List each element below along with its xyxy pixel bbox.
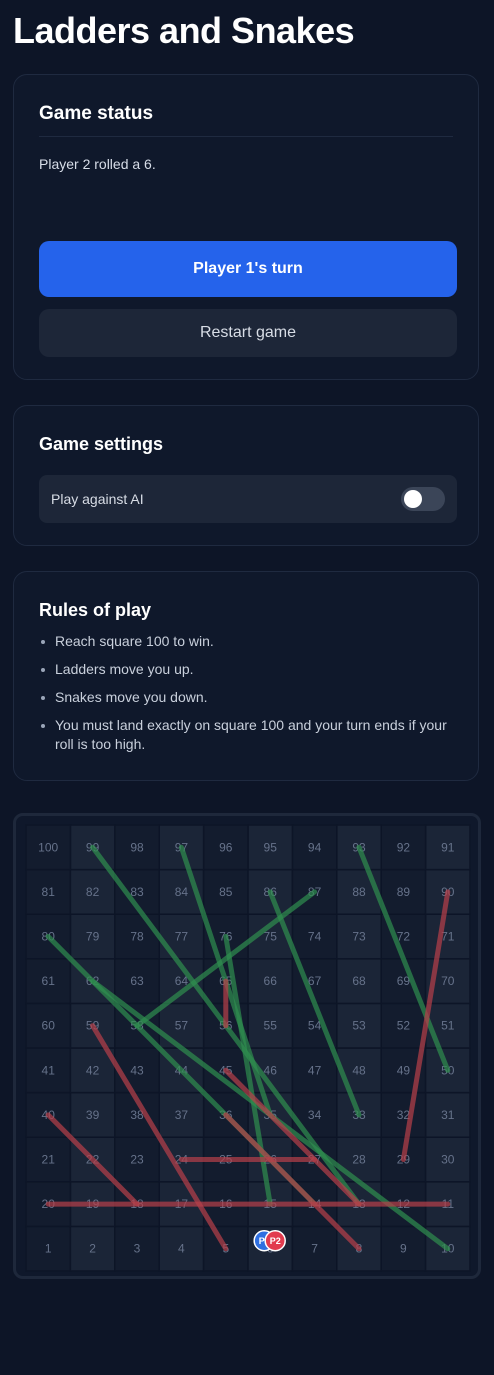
cell-number: 48 [352, 1063, 366, 1077]
cell-number: 2 [89, 1242, 96, 1256]
cell-number: 34 [308, 1108, 322, 1122]
cell-number: 95 [264, 840, 278, 854]
cell-number: 1 [45, 1242, 52, 1256]
cell-number: 100 [38, 840, 58, 854]
cell-number: 98 [130, 840, 144, 854]
status-message: Player 2 rolled a 6. [39, 156, 156, 172]
cell-number: 96 [219, 840, 233, 854]
cell-number: 28 [352, 1153, 366, 1167]
cell-number: 21 [42, 1153, 56, 1167]
ai-toggle[interactable] [401, 487, 445, 511]
cell-number: 81 [42, 885, 56, 899]
cell-number: 41 [42, 1063, 56, 1077]
player-token-label: P2 [270, 1236, 281, 1246]
cell-number: 55 [264, 1019, 278, 1033]
rule-item: Ladders move you up. [39, 660, 449, 679]
rules-list: Reach square 100 to win. Ladders move yo… [39, 632, 449, 763]
cell-number: 42 [86, 1063, 100, 1077]
ai-setting-label: Play against AI [51, 491, 144, 507]
cell-number: 74 [308, 930, 322, 944]
cell-number: 53 [352, 1019, 366, 1033]
toggle-knob [404, 490, 422, 508]
game-board: 1234567891011121314151617181920212223242… [13, 813, 481, 1279]
cell-number: 30 [441, 1153, 455, 1167]
restart-button[interactable]: Restart game [39, 309, 457, 357]
cell-number: 66 [264, 974, 278, 988]
cell-number: 39 [86, 1108, 100, 1122]
cell-number: 78 [130, 930, 144, 944]
rule-item: Snakes move you down. [39, 688, 449, 707]
cell-number: 37 [175, 1108, 189, 1122]
cell-number: 79 [86, 930, 100, 944]
cell-number: 73 [352, 930, 366, 944]
cell-number: 94 [308, 840, 322, 854]
cell-number: 61 [42, 974, 56, 988]
cell-number: 63 [130, 974, 144, 988]
cell-number: 47 [308, 1063, 322, 1077]
page-title: Ladders and Snakes [13, 10, 355, 51]
cell-number: 82 [86, 885, 100, 899]
cell-number: 85 [219, 885, 233, 899]
cell-number: 49 [397, 1063, 411, 1077]
rules-heading: Rules of play [39, 600, 152, 620]
cell-number: 77 [175, 930, 189, 944]
cell-number: 51 [441, 1019, 455, 1033]
cell-number: 7 [311, 1242, 318, 1256]
cell-number: 88 [352, 885, 366, 899]
game-status-card: Game status Player 2 rolled a 6. Player … [13, 74, 479, 380]
game-settings-heading: Game settings [39, 434, 164, 454]
rule-item: Reach square 100 to win. [39, 632, 449, 651]
cell-number: 57 [175, 1019, 189, 1033]
game-settings-card: Game settings Play against AI [13, 405, 479, 546]
cell-number: 31 [441, 1108, 455, 1122]
status-divider [39, 136, 453, 137]
cell-number: 89 [397, 885, 411, 899]
rule-item: You must land exactly on square 100 and … [39, 716, 449, 754]
game-status-heading: Game status [39, 103, 154, 124]
turn-button[interactable]: Player 1's turn [39, 241, 457, 297]
cell-number: 9 [400, 1242, 407, 1256]
cell-number: 91 [441, 840, 455, 854]
rules-card: Rules of play Reach square 100 to win. L… [13, 571, 479, 781]
cell-number: 43 [130, 1063, 144, 1077]
cell-number: 92 [397, 840, 411, 854]
cell-number: 70 [441, 974, 455, 988]
ai-setting-row[interactable]: Play against AI [39, 475, 457, 523]
cell-number: 68 [352, 974, 366, 988]
board-svg: 1234567891011121314151617181920212223242… [25, 824, 471, 1272]
cell-number: 84 [175, 885, 189, 899]
cell-number: 23 [130, 1153, 144, 1167]
cell-number: 4 [178, 1242, 185, 1256]
cell-number: 52 [397, 1019, 411, 1033]
cell-number: 60 [42, 1019, 56, 1033]
cell-number: 3 [134, 1242, 141, 1256]
